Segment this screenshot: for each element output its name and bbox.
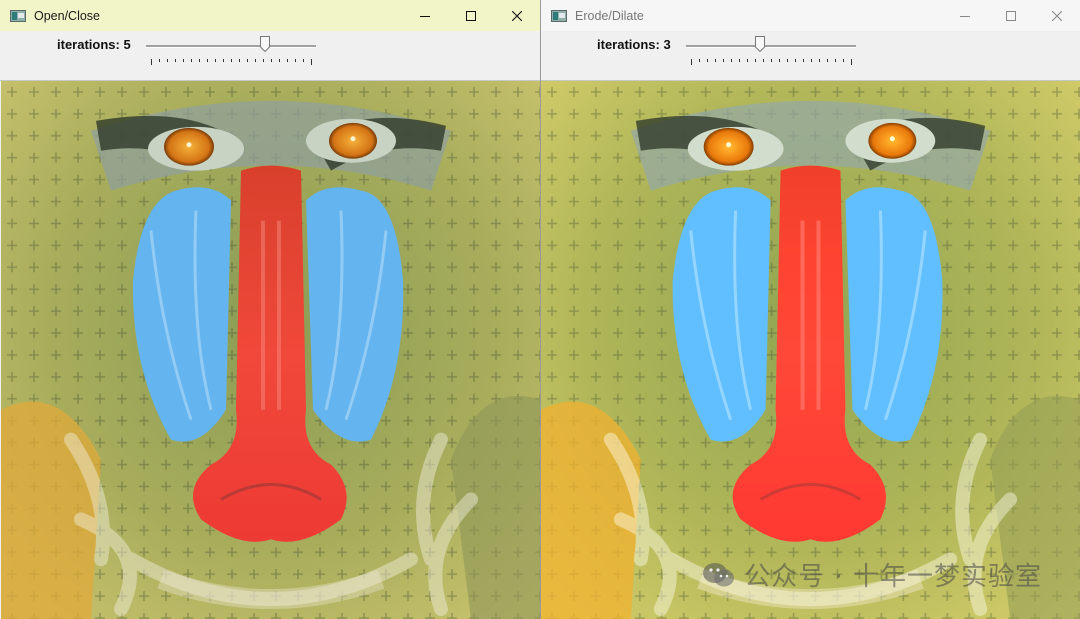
slider-tick bbox=[747, 59, 748, 62]
close-button[interactable] bbox=[1034, 0, 1080, 31]
window-title: Open/Close bbox=[34, 8, 101, 23]
slider-tick bbox=[159, 59, 160, 62]
trackbar-label: iterations: 3 bbox=[597, 37, 671, 52]
slider-tick bbox=[851, 59, 852, 65]
slider-tick bbox=[811, 59, 812, 62]
slider-tick bbox=[843, 59, 844, 62]
minimize-icon bbox=[960, 15, 970, 17]
trackbar-label: iterations: 5 bbox=[57, 37, 131, 52]
erode-dilate-window: Erode/Dilate iterations: 3 公众号 · 十年一梦实验室 bbox=[541, 0, 1080, 619]
slider-tick bbox=[175, 59, 176, 62]
close-button[interactable] bbox=[494, 0, 540, 31]
slider-tick bbox=[795, 59, 796, 62]
slider-tick bbox=[287, 59, 288, 62]
iterations-slider[interactable] bbox=[686, 31, 856, 71]
trackbar-panel: iterations: 3 bbox=[541, 31, 1080, 81]
close-icon bbox=[512, 10, 522, 21]
maximize-button[interactable] bbox=[448, 0, 494, 31]
slider-tick bbox=[707, 59, 708, 62]
slider-tick bbox=[239, 59, 240, 62]
slider-tick bbox=[739, 59, 740, 62]
processed-image bbox=[1, 81, 540, 619]
slider-tick bbox=[231, 59, 232, 62]
watermark-text: 公众号 · 十年一梦实验室 bbox=[744, 562, 1042, 592]
slider-tick bbox=[827, 59, 828, 62]
app-icon bbox=[551, 9, 567, 22]
slider-tick bbox=[763, 59, 764, 62]
close-icon bbox=[1052, 10, 1062, 21]
slider-tick bbox=[279, 59, 280, 62]
slider-track bbox=[146, 45, 316, 48]
slider-thumb[interactable] bbox=[260, 36, 271, 52]
slider-tick bbox=[295, 59, 296, 62]
minimize-icon bbox=[420, 15, 430, 17]
maximize-icon bbox=[1006, 10, 1016, 21]
iterations-slider[interactable] bbox=[146, 31, 316, 71]
watermark: 公众号 · 十年一梦实验室 bbox=[702, 556, 1042, 593]
slider-tick bbox=[215, 59, 216, 62]
slider-tick bbox=[191, 59, 192, 62]
open-close-window: Open/Close iterations: 5 bbox=[0, 0, 541, 619]
slider-tick bbox=[207, 59, 208, 62]
trackbar-panel: iterations: 5 bbox=[0, 31, 540, 81]
slider-tick bbox=[787, 59, 788, 62]
slider-tick bbox=[199, 59, 200, 62]
slider-tick bbox=[771, 59, 772, 62]
processed-image bbox=[541, 81, 1080, 619]
slider-tick bbox=[715, 59, 716, 62]
slider-tick bbox=[803, 59, 804, 62]
slider-tick bbox=[835, 59, 836, 62]
title-bar[interactable]: Open/Close bbox=[0, 0, 540, 31]
slider-tick bbox=[167, 59, 168, 62]
slider-tick bbox=[271, 59, 272, 62]
slider-tick bbox=[151, 59, 152, 65]
wechat-icon bbox=[703, 562, 735, 586]
slider-tick bbox=[699, 59, 700, 62]
slider-tick bbox=[183, 59, 184, 62]
slider-track bbox=[686, 45, 856, 48]
slider-tick bbox=[755, 59, 756, 62]
slider-tick bbox=[255, 59, 256, 62]
mandrill-image bbox=[1, 81, 540, 619]
slider-tick bbox=[691, 59, 692, 65]
mandrill-image bbox=[541, 81, 1080, 619]
maximize-icon bbox=[466, 10, 476, 21]
slider-tick bbox=[223, 59, 224, 62]
slider-tick bbox=[819, 59, 820, 62]
minimize-button[interactable] bbox=[402, 0, 448, 31]
slider-tick bbox=[723, 59, 724, 62]
app-icon bbox=[10, 9, 26, 22]
window-title: Erode/Dilate bbox=[575, 8, 644, 23]
slider-tick bbox=[779, 59, 780, 62]
slider-ticks bbox=[151, 59, 312, 65]
maximize-button[interactable] bbox=[988, 0, 1034, 31]
slider-tick bbox=[247, 59, 248, 62]
title-bar[interactable]: Erode/Dilate bbox=[541, 0, 1080, 31]
slider-ticks bbox=[691, 59, 852, 65]
slider-thumb[interactable] bbox=[754, 36, 765, 52]
slider-tick bbox=[303, 59, 304, 62]
slider-tick bbox=[263, 59, 264, 62]
slider-tick bbox=[731, 59, 732, 62]
minimize-button[interactable] bbox=[942, 0, 988, 31]
slider-tick bbox=[311, 59, 312, 65]
